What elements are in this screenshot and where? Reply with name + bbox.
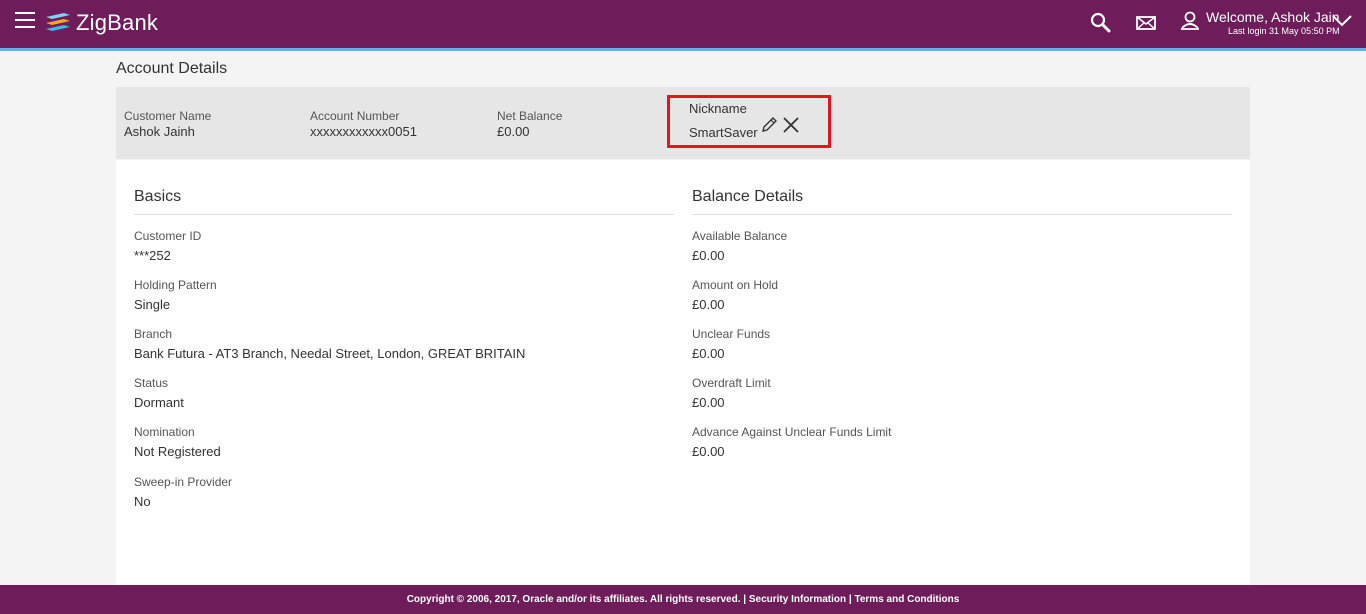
field-value: £0.00 [692, 395, 725, 410]
basics-title: Basics [134, 188, 674, 215]
balance-details-section: Balance Details Available Balance £0.00 … [692, 188, 1232, 460]
footer: Copyright © 2006, 2017, Oracle and/or it… [0, 585, 1366, 614]
last-login-text: Last login 31 May 05:50 PM [1228, 26, 1340, 36]
net-balance-label: Net Balance [497, 109, 563, 123]
customer-id-field: Customer ID ***252 [134, 229, 674, 264]
account-number-block: Account Number xxxxxxxxxxxx0051 [310, 109, 417, 140]
account-summary-bar: Customer Name Ashok Jainh Account Number… [116, 87, 1250, 159]
search-icon[interactable] [1090, 12, 1112, 34]
field-label: Customer ID [134, 229, 202, 243]
field-value: £0.00 [692, 346, 725, 361]
customer-name-label: Customer Name [124, 109, 212, 123]
account-number-value: xxxxxxxxxxxx0051 [310, 124, 417, 139]
holding-pattern-field: Holding Pattern Single [134, 278, 674, 313]
field-value: £0.00 [692, 248, 725, 263]
advance-against-unclear-funds-field: Advance Against Unclear Funds Limit £0.0… [692, 425, 1232, 460]
basics-section: Basics Customer ID ***252 Holding Patter… [134, 188, 674, 510]
amount-on-hold-field: Amount on Hold £0.00 [692, 278, 1232, 313]
net-balance-block: Net Balance £0.00 [497, 109, 562, 140]
user-menu[interactable]: Welcome, Ashok Jain Last login 31 May 05… [1180, 8, 1340, 40]
nickname-highlight-box: Nickname SmartSaver [667, 95, 831, 148]
nomination-field: Nomination Not Registered [134, 425, 674, 460]
status-field: Status Dormant [134, 376, 674, 411]
close-icon[interactable] [782, 116, 800, 134]
field-label: Branch [134, 327, 173, 341]
field-value: No [134, 494, 151, 509]
terms-and-conditions-link[interactable]: Terms and Conditions [854, 594, 959, 605]
field-value: ***252 [134, 248, 171, 263]
chevron-down-icon[interactable] [1331, 14, 1353, 28]
field-label: Sweep-in Provider [134, 475, 233, 489]
footer-separator: | [743, 594, 747, 605]
net-balance-value: £0.00 [497, 124, 530, 139]
field-value: Bank Futura - AT3 Branch, Needal Street,… [134, 346, 526, 361]
mail-icon[interactable] [1135, 12, 1157, 34]
brand-logo[interactable]: ZigBank [44, 8, 158, 38]
page-title: Account Details [116, 60, 228, 77]
overdraft-limit-field: Overdraft Limit £0.00 [692, 376, 1232, 411]
zigbank-logo-icon [46, 13, 70, 31]
field-label: Available Balance [692, 229, 788, 243]
field-value: £0.00 [692, 444, 725, 459]
header-accent-line [0, 48, 1366, 51]
nickname-label: Nickname [689, 101, 747, 116]
field-label: Status [134, 376, 169, 390]
sweep-in-provider-field: Sweep-in Provider No [134, 475, 674, 510]
account-number-label: Account Number [310, 109, 400, 123]
brand-name: ZigBank [76, 10, 159, 35]
nickname-value: SmartSaver [689, 125, 758, 140]
field-value: Not Registered [134, 444, 221, 459]
field-label: Overdraft Limit [692, 376, 771, 390]
hamburger-icon[interactable] [15, 12, 35, 32]
copyright-text: Copyright © 2006, 2017, Oracle and/or it… [406, 594, 741, 605]
customer-name-block: Customer Name Ashok Jainh [124, 109, 211, 140]
top-header: ZigBank Welcome, Ashok Jain Last login 3… [0, 0, 1366, 48]
available-balance-field: Available Balance £0.00 [692, 229, 1232, 264]
field-label: Holding Pattern [134, 278, 217, 292]
balance-details-title: Balance Details [692, 188, 1232, 215]
field-value: Dormant [134, 395, 184, 410]
pencil-icon[interactable] [760, 116, 778, 134]
unclear-funds-field: Unclear Funds £0.00 [692, 327, 1232, 362]
field-value: £0.00 [692, 297, 725, 312]
security-information-link[interactable]: Security Information [749, 594, 846, 605]
field-label: Amount on Hold [692, 278, 779, 292]
field-label: Advance Against Unclear Funds Limit [692, 425, 892, 439]
user-icon [1181, 11, 1199, 30]
field-label: Nomination [134, 425, 195, 439]
branch-field: Branch Bank Futura - AT3 Branch, Needal … [134, 327, 674, 362]
customer-name-value: Ashok Jainh [124, 124, 195, 139]
field-value: Single [134, 297, 171, 312]
footer-separator: | [848, 594, 852, 605]
field-label: Unclear Funds [692, 327, 771, 341]
account-details-panel: Basics Customer ID ***252 Holding Patter… [116, 160, 1250, 585]
welcome-text: Welcome, Ashok Jain [1206, 9, 1340, 25]
